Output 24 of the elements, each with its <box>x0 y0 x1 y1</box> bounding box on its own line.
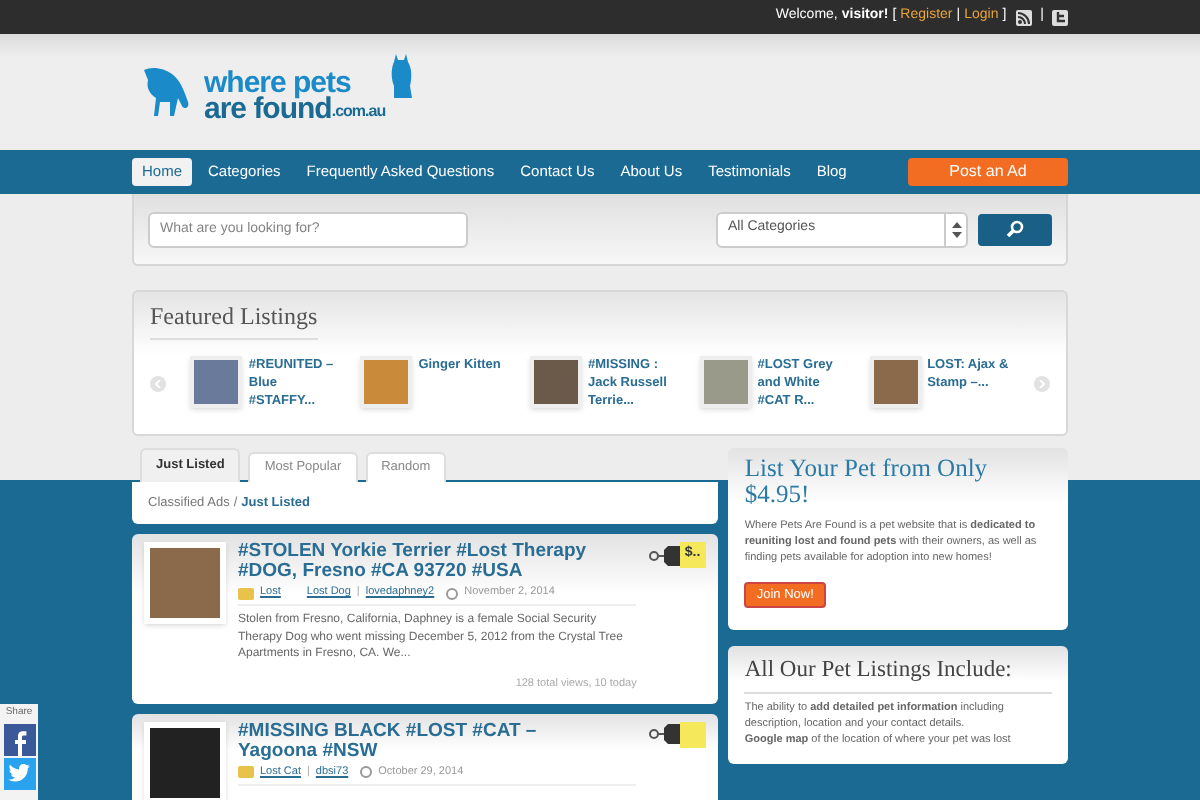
promo-title: List Your Pet from Only $4.95! <box>744 456 990 508</box>
twitter-icon[interactable] <box>1052 9 1068 25</box>
listing-title[interactable]: #STOLEN Yorkie Terrier #Lost Therapy #DOG, Fresno #CA 93720 #USA <box>238 542 637 582</box>
caret-icon <box>951 221 961 237</box>
rss-icon[interactable] <box>1016 9 1033 25</box>
post-ad-button[interactable]: Post an Ad <box>908 158 1068 186</box>
folder-icon <box>238 587 254 599</box>
info-title: All Our Pet Listings Include: <box>744 654 1052 695</box>
clock-icon <box>360 766 373 779</box>
facebook-icon[interactable] <box>3 723 35 755</box>
price-label <box>680 721 707 748</box>
folder-icon <box>238 766 254 779</box>
search-button[interactable] <box>978 213 1052 245</box>
price-tag-icon <box>648 545 681 565</box>
listing-title[interactable]: #MISSING BLACK #LOST #CAT – Yagoona #NSW <box>238 721 637 762</box>
logo-text: are found <box>204 96 332 122</box>
search-icon <box>1006 220 1024 238</box>
site-logo[interactable]: where pets are found.com.au <box>140 54 414 122</box>
price-tag-icon <box>648 724 681 745</box>
featured-title: Featured Listings <box>150 292 318 340</box>
cat-icon <box>389 54 414 102</box>
clock-icon <box>446 587 459 599</box>
logo-text: where pets <box>204 70 353 96</box>
logo-suffix: .com.au <box>331 102 386 122</box>
